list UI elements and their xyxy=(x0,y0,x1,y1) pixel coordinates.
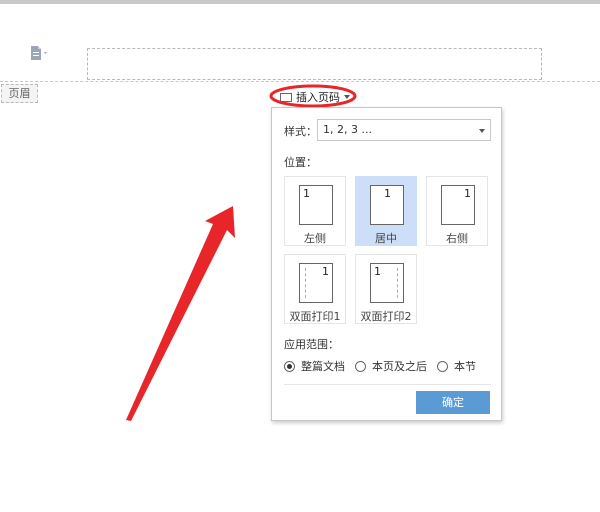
scope-option-this-page-onward[interactable]: 本页及之后 xyxy=(355,358,427,374)
window-top-border xyxy=(0,0,600,4)
document-icon[interactable] xyxy=(30,46,48,60)
scope-label: 应用范围： xyxy=(284,338,339,351)
header-tag: 页眉 xyxy=(1,84,38,103)
page-number-preview: 1 xyxy=(303,187,310,200)
page-number-dialog: 样式： 1, 2, 3 ... 位置： 1 左侧 1 居中 1 右侧 1 双面打… xyxy=(271,107,502,421)
insert-page-number-label: 插入页码 xyxy=(296,91,340,104)
binding-guide xyxy=(397,268,398,298)
scope-radio-group: 整篇文档 本页及之后 本节 xyxy=(284,358,486,374)
position-option-duplex-1[interactable]: 1 双面打印1 xyxy=(284,254,346,324)
radio-unchecked-icon[interactable] xyxy=(437,360,448,372)
chevron-down-icon xyxy=(479,129,485,133)
header-boundary-line xyxy=(0,81,600,82)
page-number-icon xyxy=(280,92,292,102)
page-preview: 1 xyxy=(441,185,475,225)
radio-checked-icon[interactable] xyxy=(284,360,295,372)
dialog-separator xyxy=(284,384,491,385)
page-number-preview: 1 xyxy=(464,187,471,200)
page-preview: 1 xyxy=(370,263,404,303)
binding-guide xyxy=(305,268,306,298)
page-preview: 1 xyxy=(299,185,333,225)
style-select[interactable]: 1, 2, 3 ... xyxy=(317,119,491,141)
radio-unchecked-icon[interactable] xyxy=(355,360,366,372)
scope-option-label: 本页及之后 xyxy=(372,360,427,373)
position-option-label: 右侧 xyxy=(446,232,468,245)
style-label: 样式： xyxy=(284,125,317,138)
scope-option-this-section[interactable]: 本节 xyxy=(437,358,476,374)
scope-option-label: 本节 xyxy=(454,360,476,373)
ok-button[interactable]: 确定 xyxy=(416,391,490,414)
position-option-right[interactable]: 1 右侧 xyxy=(426,176,488,246)
page-number-preview: 1 xyxy=(374,265,381,278)
position-option-center[interactable]: 1 居中 xyxy=(355,176,417,246)
page-preview: 1 xyxy=(299,263,333,303)
page-number-preview: 1 xyxy=(322,265,329,278)
position-label: 位置： xyxy=(284,156,317,169)
position-option-label: 居中 xyxy=(375,232,397,245)
header-edit-area[interactable] xyxy=(87,48,542,80)
page-preview: 1 xyxy=(370,185,404,225)
style-select-value: 1, 2, 3 ... xyxy=(323,123,372,136)
position-option-label: 双面打印1 xyxy=(289,310,341,323)
page-number-preview: 1 xyxy=(384,187,391,200)
scope-option-label: 整篇文档 xyxy=(301,360,345,373)
position-option-label: 双面打印2 xyxy=(360,310,412,323)
position-option-left[interactable]: 1 左侧 xyxy=(284,176,346,246)
chevron-down-icon xyxy=(344,95,350,99)
scope-option-whole-document[interactable]: 整篇文档 xyxy=(284,358,345,374)
position-option-duplex-2[interactable]: 1 双面打印2 xyxy=(355,254,417,324)
insert-page-number-button[interactable]: 插入页码 xyxy=(274,88,356,106)
position-option-label: 左侧 xyxy=(304,232,326,245)
